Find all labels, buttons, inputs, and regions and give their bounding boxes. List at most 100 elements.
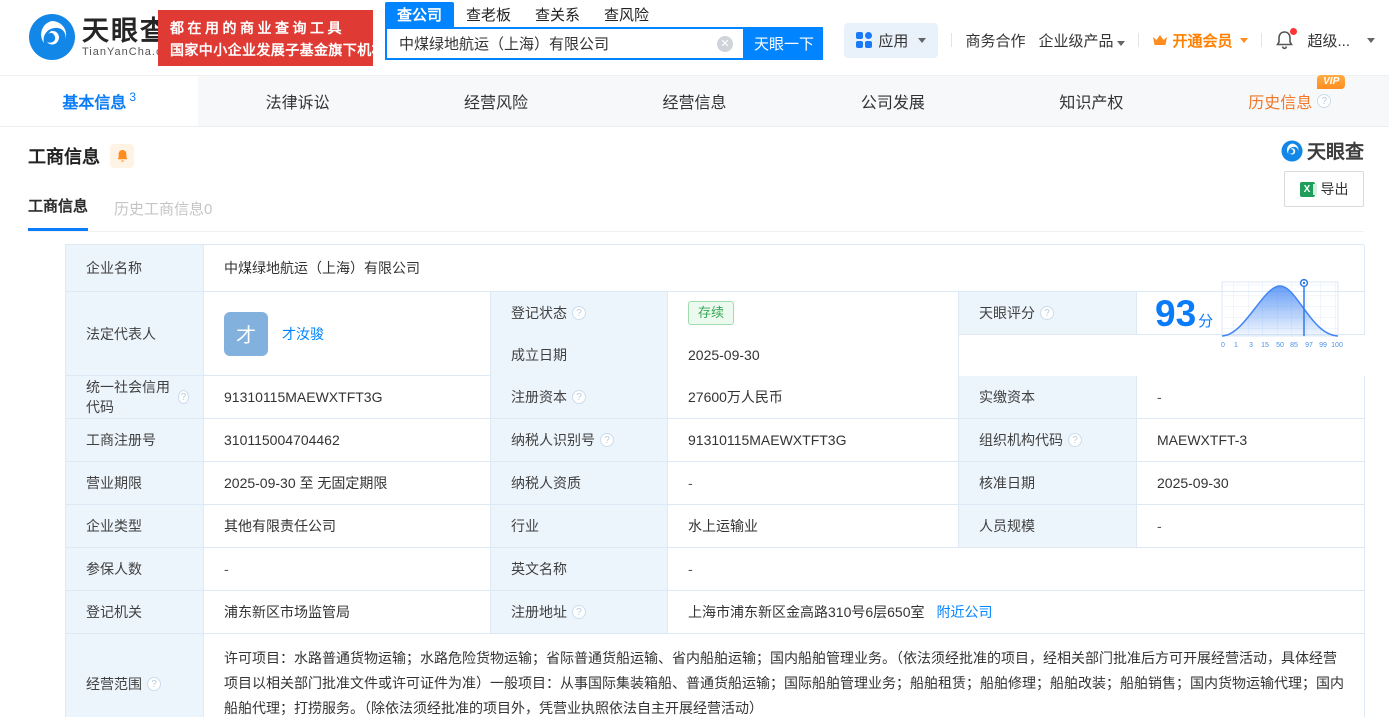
help-icon[interactable]	[1317, 94, 1332, 108]
notification-bell[interactable]	[1275, 28, 1298, 50]
score-axis: 0 1 3 15 50 85 97 99 100	[1221, 342, 1343, 349]
value-tianyan-score: 93 分 0 1 3 15 50 85 97 99 100	[1137, 278, 1365, 349]
value-registered-address: 上海市浦东新区金高路310号6层650室 附近公司	[668, 591, 1365, 634]
value-established-date: 2025-09-30	[668, 334, 959, 377]
subtab-business-info[interactable]: 工商信息	[28, 195, 89, 231]
export-button[interactable]: X 导出	[1284, 171, 1364, 207]
tab-company-dev[interactable]: 公司发展	[794, 76, 992, 126]
value-business-term: 2025-09-30 至 无固定期限	[204, 462, 491, 505]
status-badge: 存续	[688, 301, 735, 325]
label-company-name: 企业名称	[66, 245, 204, 292]
value-insured-count: -	[204, 548, 491, 591]
label-company-type: 企业类型	[66, 505, 204, 548]
apps-grid-icon	[856, 32, 873, 48]
label-business-scope: 经营范围	[66, 634, 204, 717]
label-org-code: 组织机构代码	[959, 419, 1137, 462]
section-bell-icon	[117, 150, 127, 162]
row-regno: 工商注册号 310115004704462 纳税人识别号 91310115MAE…	[66, 419, 1365, 462]
tab-basic-info[interactable]: 基本信息 3	[0, 76, 199, 126]
label-insured-count: 参保人数	[66, 548, 204, 591]
help-icon[interactable]	[177, 390, 189, 404]
search-button[interactable]: 天眼一下	[745, 27, 823, 60]
tianyancha-logo[interactable]: 天眼查 TianYanCha.com	[28, 13, 180, 61]
help-icon[interactable]	[572, 306, 586, 320]
help-icon[interactable]	[1040, 306, 1054, 320]
value-reg-number: 310115004704462	[204, 419, 491, 462]
svg-text:1: 1	[1234, 342, 1238, 349]
label-paid-capital: 实缴资本	[959, 376, 1137, 419]
score-chart: 0 1 3 15 50 85 97 99 100	[1221, 278, 1343, 349]
row-term: 营业期限 2025-09-30 至 无固定期限 纳税人资质 - 核准日期 202…	[66, 462, 1365, 505]
help-icon[interactable]	[600, 433, 614, 447]
tab-history-info[interactable]: 历史信息 VIP	[1191, 75, 1389, 126]
monitor-bell-button[interactable]	[110, 144, 134, 168]
tab-legal[interactable]: 法律诉讼	[198, 76, 396, 126]
label-registered-address: 注册地址	[491, 591, 668, 634]
svg-text:50: 50	[1276, 342, 1284, 349]
business-info-table: 企业名称 中煤绿地航运（上海）有限公司 法定代表人 才 才汝骏 登记状态 存续 …	[65, 244, 1365, 717]
label-reg-status: 登记状态	[491, 292, 668, 335]
company-tabbar: 基本信息 3 法律诉讼 经营风险 经营信息 公司发展 知识产权 历史信息 VIP	[0, 75, 1389, 127]
help-icon[interactable]	[147, 676, 161, 691]
svg-text:3: 3	[1249, 342, 1253, 349]
nav-enterprise-product[interactable]: 企业级产品	[1038, 30, 1126, 51]
label-industry: 行业	[491, 505, 668, 548]
svg-text:85: 85	[1290, 342, 1298, 349]
caret-down-icon	[918, 37, 927, 43]
label-registration-authority: 登记机关	[66, 591, 204, 634]
row-business-scope: 经营范围 许可项目：水路普通货物运输；水路危险货物运输；省际普通货船运输、省内船…	[66, 634, 1365, 717]
tab-operation-info[interactable]: 经营信息	[595, 76, 793, 126]
value-taxpayer-id: 91310115MAEWXTFT3G	[668, 419, 959, 462]
apps-menu[interactable]: 应用	[844, 22, 939, 58]
label-english-name: 英文名称	[491, 548, 668, 591]
search-tab-risk[interactable]: 查风险	[592, 2, 661, 27]
row-type: 企业类型 其他有限责任公司 行业 水上运输业 人员规模 -	[66, 505, 1365, 548]
value-reg-capital: 27600万人民币	[668, 376, 959, 419]
label-legal-rep: 法定代表人	[66, 292, 204, 376]
value-uscc: 91310115MAEWXTFT3G	[204, 376, 491, 419]
tianyancha-logo-icon	[29, 14, 75, 60]
crown-icon	[1153, 35, 1168, 45]
value-company-name: 中煤绿地航运（上海）有限公司	[204, 245, 1365, 292]
business-info-section: 工商信息 天眼查 工商信息 历史工商信息0 X 导出 企业名称 中煤绿地航运（上…	[0, 127, 1389, 717]
value-approval-date: 2025-09-30	[1137, 462, 1365, 505]
value-industry: 水上运输业	[668, 505, 959, 548]
label-established-date: 成立日期	[491, 334, 668, 377]
help-icon[interactable]	[572, 390, 586, 404]
legal-rep-link[interactable]: 才汝骏	[282, 324, 324, 344]
help-icon[interactable]	[572, 605, 586, 619]
search-clear-icon[interactable]: ✕	[717, 36, 733, 52]
label-staff-size: 人员规模	[959, 505, 1137, 548]
nav-open-vip[interactable]: 开通会员	[1152, 30, 1249, 51]
value-legal-rep: 才 才汝骏	[204, 292, 491, 376]
search-input[interactable]	[387, 29, 743, 58]
excel-icon: X	[1299, 181, 1317, 197]
subtabs: 工商信息 历史工商信息0	[28, 195, 1364, 232]
label-taxpayer-id: 纳税人识别号	[491, 419, 668, 462]
row-legal-status-score: 法定代表人 才 才汝骏 登记状态 存续 成立日期 2025-09-30 天眼评分…	[66, 278, 1365, 377]
search-tab-boss[interactable]: 查老板	[454, 2, 523, 27]
tab-ip[interactable]: 知识产权	[992, 76, 1190, 126]
svg-text:100: 100	[1331, 342, 1343, 349]
watermark-logo: 天眼查	[1281, 137, 1364, 164]
help-icon[interactable]	[1068, 433, 1082, 447]
label-business-term: 营业期限	[66, 462, 204, 505]
label-reg-capital: 注册资本	[491, 376, 668, 419]
tab-operation-risk[interactable]: 经营风险	[397, 76, 595, 126]
svg-text:15: 15	[1261, 342, 1269, 349]
value-company-type: 其他有限责任公司	[204, 505, 491, 548]
nav-super-vip[interactable]: 超级...	[1307, 30, 1350, 51]
caret-down-icon	[1240, 37, 1249, 43]
value-reg-status: 存续	[668, 292, 959, 335]
search-tab-relation[interactable]: 查关系	[523, 2, 592, 27]
tab-basic-count: 3	[129, 90, 137, 104]
nearby-companies-link[interactable]: 附近公司	[937, 602, 993, 622]
caret-down-icon	[1117, 40, 1126, 46]
search-tab-company[interactable]: 查公司	[385, 1, 455, 27]
nav-business-coop[interactable]: 商务合作	[965, 30, 1025, 51]
legal-rep-avatar[interactable]: 才	[224, 311, 268, 356]
value-registration-authority: 浦东新区市场监管局	[204, 591, 491, 634]
brand-slogan: 都在用的商业查询工具 国家中小企业发展子基金旗下机构	[158, 10, 386, 66]
subtab-history-info[interactable]: 历史工商信息0	[114, 198, 212, 231]
vip-badge: VIP	[1317, 75, 1346, 89]
